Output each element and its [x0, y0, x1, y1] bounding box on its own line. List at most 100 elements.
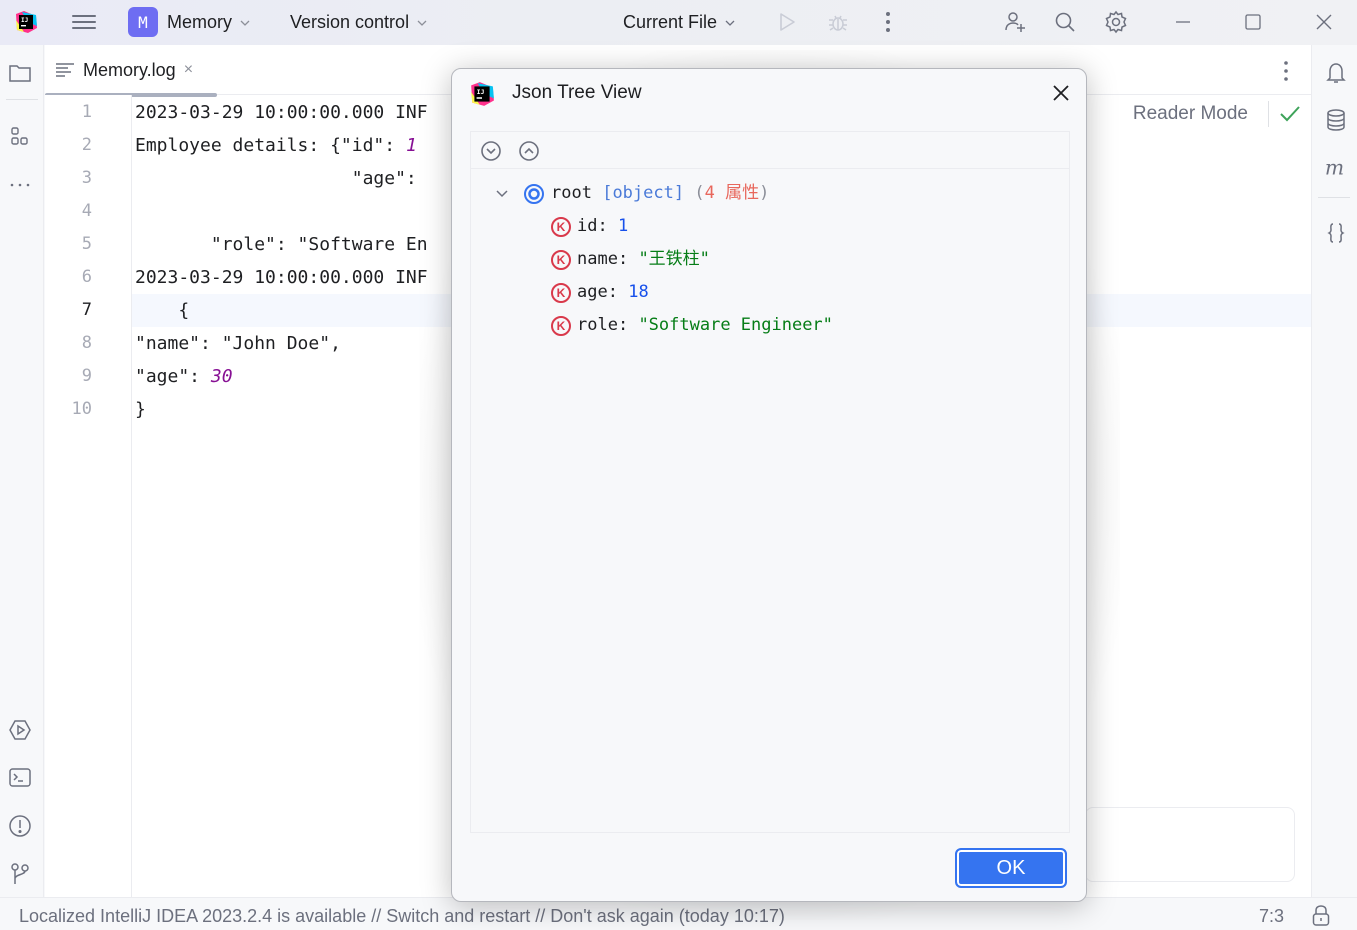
tab-memory-log[interactable]: Memory.log ×: [45, 45, 217, 97]
services-icon: [9, 720, 31, 740]
code-with-me-button[interactable]: [1003, 10, 1027, 34]
property-colon: :: [617, 249, 639, 269]
lock-icon[interactable]: [1311, 904, 1331, 926]
code-line[interactable]: 2023-03-29 10:00:00.000 INF: [135, 96, 428, 129]
svg-text:IJ: IJ: [21, 17, 28, 24]
json-tool-button[interactable]: [1324, 221, 1348, 245]
code-line[interactable]: "role": "Software En: [135, 228, 428, 261]
root-paren-open: (: [694, 183, 705, 203]
maven-button[interactable]: m: [1324, 156, 1348, 180]
database-button[interactable]: [1324, 108, 1348, 132]
tree-node-property[interactable]: Kname: "王铁柱": [551, 243, 710, 276]
structure-tool-button[interactable]: [8, 125, 32, 149]
collapse-all-icon[interactable]: [518, 140, 540, 162]
chevron-down-icon: [240, 20, 250, 26]
code-number-literal: 1: [405, 135, 417, 156]
chevron-down-icon[interactable]: [495, 187, 509, 201]
more-vertical-icon[interactable]: [1281, 59, 1291, 83]
project-name: Memory: [167, 12, 233, 32]
code-line[interactable]: Employee details: {"id": 1: [135, 129, 417, 162]
code-text: Employee details: {"id":: [135, 135, 406, 156]
property-value: 18: [628, 282, 649, 302]
right-tool-strip: m: [1311, 45, 1357, 897]
dialog-title: Json Tree View: [512, 82, 642, 103]
code-text: "age":: [135, 366, 211, 387]
caret-position[interactable]: 7:3: [1259, 906, 1284, 927]
project-badge[interactable]: M: [128, 7, 158, 37]
root-property-count-label: 属性: [725, 183, 760, 203]
git-tool-button[interactable]: [8, 862, 32, 886]
property-key: role: [577, 315, 618, 335]
key-badge-icon: K: [551, 315, 571, 336]
maximize-icon: [1245, 14, 1261, 30]
property-colon: :: [617, 315, 639, 335]
maximize-button[interactable]: [1241, 10, 1265, 34]
debug-icon: [829, 15, 847, 31]
root-paren-close: ): [759, 183, 770, 203]
problems-icon: [9, 815, 31, 837]
text-file-icon: [56, 63, 74, 77]
code-line[interactable]: {: [135, 294, 189, 327]
dialog-close-icon[interactable]: [1050, 82, 1072, 104]
update-notification-message[interactable]: Localized IntelliJ IDEA 2023.2.4 is avai…: [19, 906, 785, 927]
code-line[interactable]: 2023-03-29 10:00:00.000 INF: [135, 261, 428, 294]
code-text: 2023-03-29 10:00:00.000 INF: [135, 102, 428, 123]
chevron-down-icon: [417, 20, 427, 26]
run-config-selector[interactable]: Current File: [623, 12, 735, 33]
more-actions-button[interactable]: [876, 10, 900, 34]
tree-toolbar: [471, 132, 1069, 169]
main-menu-button[interactable]: [72, 12, 96, 32]
vcs-selector[interactable]: Version control: [290, 12, 427, 33]
key-badge-icon: K: [551, 282, 571, 303]
code-line[interactable]: "name": "John Doe",: [135, 327, 341, 360]
strip-separator: [1318, 197, 1350, 198]
tree-node-property[interactable]: Krole: "Software Engineer": [551, 309, 833, 342]
inspection-ok-check-icon[interactable]: [1279, 103, 1301, 125]
run-button[interactable]: [775, 10, 799, 34]
reader-mode-separator: [1268, 101, 1269, 127]
problems-tool-button[interactable]: [8, 814, 32, 838]
code-line[interactable]: "age": 30: [135, 360, 233, 393]
intellij-logo-icon[interactable]: IJ: [14, 10, 38, 34]
expand-all-icon[interactable]: [480, 140, 502, 162]
terminal-tool-button[interactable]: [8, 766, 32, 790]
title-bar: IJ M Memory Version control Current File: [0, 0, 1357, 45]
tree-node-root[interactable]: root [object] ( 4 属性 ): [495, 177, 769, 210]
project-tool-button[interactable]: [8, 61, 32, 85]
code-line[interactable]: "age":: [135, 162, 417, 195]
ok-button[interactable]: OK: [955, 848, 1067, 888]
reader-mode-toggle[interactable]: Reader Mode: [1133, 103, 1248, 125]
line-number: 4: [81, 201, 92, 221]
json-tree-panel: root [object] ( 4 属性 ) Kid: 1 Kname: "王铁柱…: [470, 131, 1070, 833]
notification-panel-placeholder: [1085, 807, 1295, 882]
services-tool-button[interactable]: [8, 718, 32, 742]
line-number: 7: [81, 300, 92, 320]
debug-button[interactable]: [826, 10, 850, 34]
search-icon: [1055, 12, 1075, 32]
close-window-button[interactable]: [1312, 10, 1336, 34]
property-value: 1: [617, 216, 629, 236]
property-key: age: [577, 282, 608, 302]
hamburger-menu-icon: [72, 15, 96, 17]
notifications-button[interactable]: [1324, 61, 1348, 85]
property-colon: :: [597, 216, 618, 236]
search-button[interactable]: [1053, 10, 1077, 34]
tab-label: Memory.log: [83, 59, 176, 80]
project-selector[interactable]: Memory: [167, 12, 250, 33]
structure-icon: [11, 127, 28, 145]
tab-close-icon[interactable]: ×: [184, 61, 193, 79]
key-badge-icon: K: [551, 216, 571, 237]
settings-button[interactable]: [1104, 10, 1128, 34]
root-property-count: 4: [704, 183, 715, 203]
tree-node-property[interactable]: Kid: 1: [551, 210, 628, 243]
property-key: name: [577, 249, 618, 269]
tree-node-property[interactable]: Kage: 18: [551, 276, 649, 309]
minimize-icon: [1176, 21, 1190, 23]
line-number: 10: [71, 399, 92, 419]
run-config-label: Current File: [623, 12, 718, 32]
minimize-button[interactable]: [1171, 10, 1195, 34]
more-tools-button[interactable]: [8, 173, 32, 197]
code-text: "role": "Software En: [135, 234, 428, 255]
code-text: }: [135, 399, 146, 420]
code-line[interactable]: }: [135, 393, 146, 426]
